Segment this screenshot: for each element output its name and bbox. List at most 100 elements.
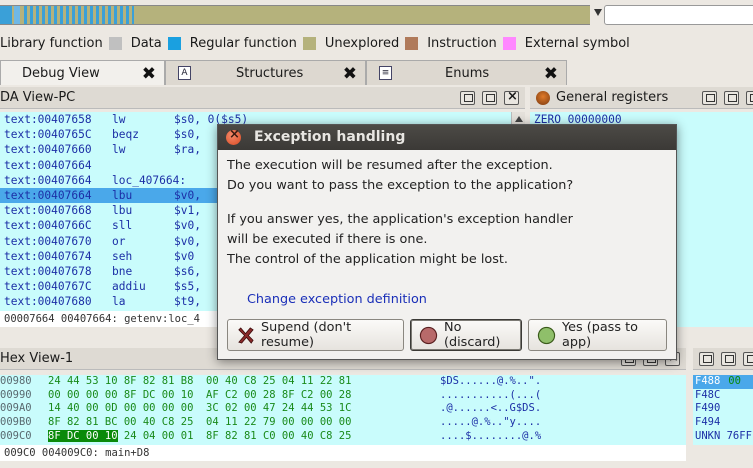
close-icon[interactable]: ✖ bbox=[544, 64, 558, 84]
stack-view-header bbox=[693, 348, 753, 370]
enums-icon: ≡ bbox=[379, 66, 392, 80]
suspend-button[interactable]: Supend (don't resume) bbox=[227, 319, 404, 351]
legend-swatch bbox=[167, 36, 181, 50]
disasm-mnemonic: beqz bbox=[112, 128, 139, 142]
tab-enums[interactable]: ≡ Enums ✖ bbox=[366, 60, 567, 85]
disasm-mnemonic: bne bbox=[112, 264, 133, 278]
bug-icon bbox=[536, 91, 550, 105]
legend-external-symbol: External symbol bbox=[525, 36, 630, 51]
close-icon[interactable] bbox=[743, 352, 753, 366]
hex-byte-group: 00 00 00 00 8F DC 00 10 AF C2 00 28 8F C… bbox=[48, 388, 352, 401]
legend-swatch bbox=[108, 36, 122, 50]
hex-selected-bytes[interactable]: 8F DC 00 10 bbox=[48, 429, 118, 442]
legend-label: Library function bbox=[0, 35, 103, 51]
disasm-mnemonic: lw bbox=[112, 113, 126, 126]
dialog-message-line: If you answer yes, the application's exc… bbox=[227, 212, 573, 227]
disasm-mnemonic: la bbox=[112, 295, 126, 309]
tab-label: Debug View bbox=[22, 65, 100, 81]
dialog-message-line: The execution will be resumed after the … bbox=[227, 158, 553, 173]
scroll-up-icon[interactable] bbox=[515, 116, 523, 122]
legend-regular-function: Regular function bbox=[190, 36, 319, 51]
legend-swatch bbox=[405, 36, 419, 50]
legend-swatch bbox=[302, 36, 316, 50]
legend-instruction: Instruction bbox=[427, 36, 519, 51]
stack-row[interactable]: UNKN 76FF bbox=[693, 430, 753, 444]
disasm-address: text:00407680 bbox=[4, 295, 92, 309]
disasm-operands: $s6, bbox=[174, 264, 201, 278]
no-discard-button[interactable]: No (discard) bbox=[410, 319, 522, 351]
close-icon[interactable]: ✖ bbox=[343, 64, 357, 84]
close-icon[interactable] bbox=[746, 91, 753, 105]
stack-view[interactable]: F488 00 F48C F490 F494 UNKN 76FF bbox=[693, 375, 753, 445]
disasm-address: text:00407674 bbox=[4, 249, 92, 263]
stack-address: F488 bbox=[695, 375, 721, 387]
stack-address: F48C bbox=[695, 388, 721, 401]
disasm-address: text:00407664 bbox=[4, 173, 92, 187]
hex-row[interactable]: 009C0 8F DC 00 10 24 04 00 01 8F 82 81 C0… bbox=[0, 429, 686, 444]
hex-row[interactable]: 00990 00 00 00 00 8F DC 00 10 AF C2 00 28… bbox=[0, 389, 686, 403]
hex-byte-group: 8F 82 81 BC 00 40 C8 25 04 11 22 79 00 0… bbox=[48, 416, 352, 429]
stack-row[interactable]: F48C bbox=[693, 389, 753, 403]
stack-row[interactable]: F488 00 bbox=[693, 375, 753, 389]
legend-label: Regular function bbox=[189, 35, 297, 51]
hex-dump[interactable]: 00980 24 44 53 10 8F 82 81 B8 00 40 C8 25… bbox=[0, 375, 686, 445]
dialog-message-line: will be executed if there is one. bbox=[227, 232, 428, 247]
close-icon[interactable]: ✖ bbox=[142, 64, 156, 84]
nav-combo-box[interactable] bbox=[604, 5, 753, 25]
yes-pass-button[interactable]: Yes (pass to app) bbox=[528, 319, 667, 351]
disasm-address: text:00407658 bbox=[4, 113, 92, 126]
tab-label: Enums bbox=[445, 65, 490, 81]
tab-bar: Debug View ✖ A Structures ✖ ≡ Enums ✖ bbox=[0, 60, 567, 85]
nav-segment-data bbox=[0, 6, 12, 24]
disasm-operands: $v0 bbox=[174, 249, 195, 263]
stack-address: F494 bbox=[695, 416, 721, 429]
tab-structures[interactable]: A Structures ✖ bbox=[165, 60, 366, 85]
disasm-mnemonic: lbu bbox=[112, 188, 133, 202]
disasm-mnemonic: sll bbox=[112, 219, 133, 233]
hex-row[interactable]: 009B0 8F 82 81 BC 00 40 C8 25 04 11 22 79… bbox=[0, 416, 686, 430]
navigation-bar[interactable] bbox=[0, 5, 590, 25]
button-label: Supend (don't resume) bbox=[261, 320, 352, 350]
close-icon[interactable] bbox=[226, 127, 241, 145]
stack-row[interactable]: F490 bbox=[693, 402, 753, 416]
minimize-icon[interactable] bbox=[702, 91, 717, 105]
close-icon[interactable] bbox=[504, 89, 519, 105]
minimize-icon[interactable] bbox=[699, 352, 714, 366]
nav-segment-ticks bbox=[24, 6, 134, 24]
disasm-mnemonic: seh bbox=[112, 249, 133, 263]
hex-bytes: 00 00 00 00 8F DC 00 10 AF C2 00 28 8F C… bbox=[48, 389, 351, 403]
disasm-operands: $v0, bbox=[174, 188, 201, 202]
disasm-mnemonic: or bbox=[112, 234, 126, 248]
change-exception-definition-link[interactable]: Change exception definition bbox=[247, 292, 427, 307]
green-circle-icon bbox=[537, 326, 556, 344]
disasm-mnemonic: lbu bbox=[112, 204, 133, 218]
disasm-address: text:0040767C bbox=[4, 280, 92, 294]
legend-library-function: Library function bbox=[0, 36, 125, 51]
panel-title: General registers bbox=[556, 90, 669, 105]
restore-icon[interactable] bbox=[721, 352, 736, 366]
tab-label: Structures bbox=[236, 65, 304, 81]
button-label: No (discard) bbox=[444, 320, 501, 350]
legend-swatch bbox=[502, 36, 516, 50]
panel-title: Hex View-1 bbox=[0, 351, 74, 366]
dialog-message-line: Do you want to pass the exception to the… bbox=[227, 178, 574, 193]
restore-icon[interactable] bbox=[482, 91, 497, 105]
disasm-operands: $s0, bbox=[174, 128, 201, 142]
hex-bytes: 24 44 53 10 8F 82 81 B8 00 40 C8 25 04 1… bbox=[48, 375, 351, 389]
stack-row[interactable]: F494 bbox=[693, 416, 753, 430]
disasm-operands: $ra, bbox=[174, 143, 201, 157]
hex-ascii: .@......<..G$DS. bbox=[440, 402, 542, 415]
hex-address: 009B0 bbox=[0, 416, 32, 429]
restore-icon[interactable] bbox=[724, 91, 739, 105]
hex-row[interactable]: 009A0 14 40 00 0D 00 00 00 00 3C 02 00 47… bbox=[0, 402, 686, 416]
disasm-operands: $s5, bbox=[174, 280, 201, 294]
disasm-address: text:00407660 bbox=[4, 143, 92, 157]
tab-debug-view[interactable]: Debug View ✖ bbox=[0, 60, 165, 85]
hex-ascii: .....@.%.."y.... bbox=[440, 416, 542, 429]
disasm-address: text:00407678 bbox=[4, 264, 92, 278]
minimize-icon[interactable] bbox=[460, 91, 475, 105]
disasm-mnemonic: lw bbox=[112, 143, 126, 157]
disasm-address: text:00407670 bbox=[4, 234, 92, 248]
disasm-operands: $v1, bbox=[174, 204, 201, 218]
hex-row[interactable]: 00980 24 44 53 10 8F 82 81 B8 00 40 C8 25… bbox=[0, 375, 686, 389]
